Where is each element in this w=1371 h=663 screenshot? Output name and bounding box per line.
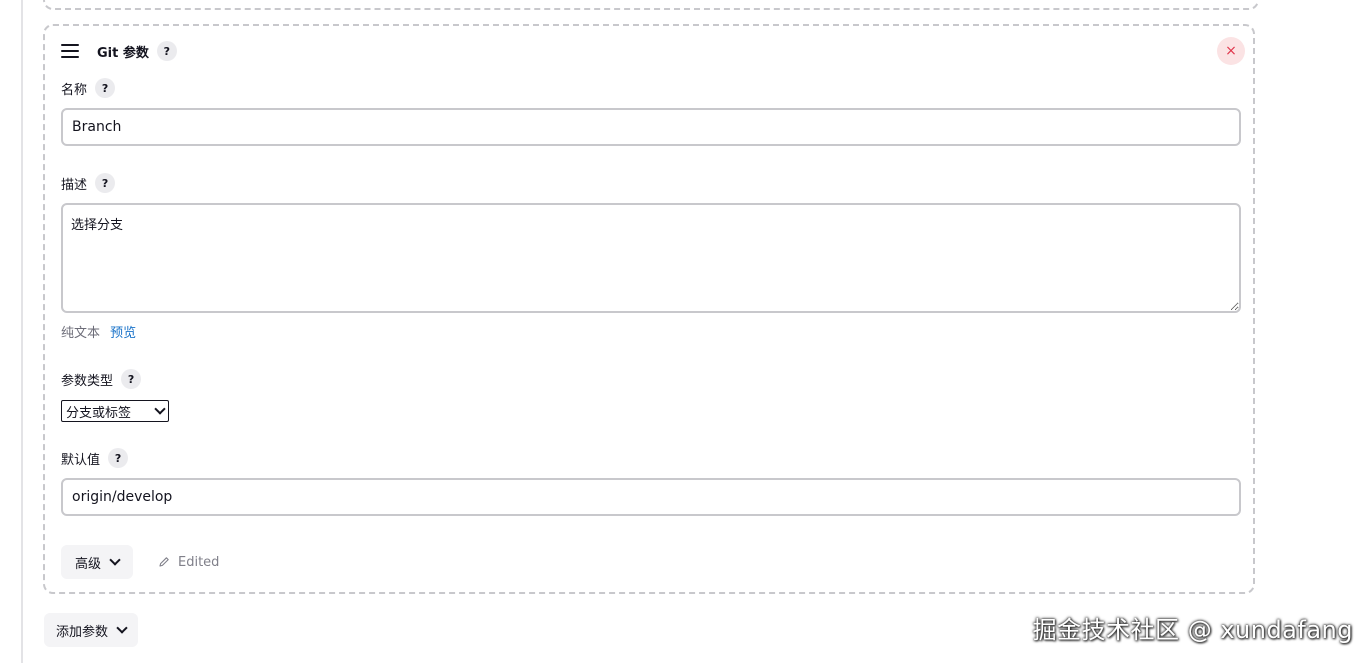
help-icon[interactable]: ? bbox=[156, 41, 177, 61]
param-type-select[interactable]: 分支或标签 bbox=[61, 400, 169, 422]
edited-label: Edited bbox=[178, 554, 220, 570]
advanced-button[interactable]: 高级 bbox=[61, 545, 134, 579]
description-label: 描述 bbox=[61, 177, 88, 193]
format-row: 纯文本 预览 bbox=[61, 322, 136, 341]
previous-parameter-card bbox=[43, 0, 1259, 10]
description-label-row: 描述 ? bbox=[61, 173, 116, 193]
drag-handle-icon[interactable] bbox=[61, 44, 79, 58]
watermark: 掘金技术社区 @ xundafang bbox=[1032, 616, 1353, 644]
help-icon[interactable]: ? bbox=[108, 448, 129, 468]
plain-text-label: 纯文本 bbox=[61, 326, 101, 341]
card-title: Git 参数 bbox=[97, 45, 149, 61]
help-icon[interactable]: ? bbox=[95, 173, 116, 193]
left-divider bbox=[21, 0, 23, 663]
chevron-down-icon bbox=[154, 403, 166, 415]
advanced-button-label: 高级 bbox=[75, 556, 102, 572]
name-label: 名称 bbox=[61, 82, 88, 98]
preview-link[interactable]: 预览 bbox=[110, 326, 136, 341]
chevron-down-icon bbox=[109, 554, 121, 566]
default-value-label-row: 默认值 ? bbox=[61, 448, 129, 468]
pencil-icon bbox=[159, 557, 169, 567]
param-type-label: 参数类型 bbox=[61, 373, 114, 389]
chevron-down-icon bbox=[116, 622, 128, 634]
name-label-row: 名称 ? bbox=[61, 78, 116, 98]
default-value-input[interactable] bbox=[61, 478, 1241, 516]
help-icon[interactable]: ? bbox=[95, 78, 116, 98]
edited-indicator: Edited bbox=[158, 552, 219, 572]
page: Git 参数 ? × 名称 ? 描述 ? 选择分支 纯文本 预览 参数类型 ? … bbox=[0, 0, 1371, 663]
help-icon[interactable]: ? bbox=[121, 369, 142, 389]
description-textarea[interactable]: 选择分支 bbox=[61, 203, 1241, 313]
param-type-label-row: 参数类型 ? bbox=[61, 369, 142, 389]
name-input[interactable] bbox=[61, 108, 1241, 146]
card-header: Git 参数 ? bbox=[61, 38, 177, 64]
param-type-selected-value: 分支或标签 bbox=[66, 405, 132, 421]
add-parameter-button[interactable]: 添加参数 bbox=[44, 613, 139, 647]
add-parameter-label: 添加参数 bbox=[56, 624, 109, 640]
default-value-label: 默认值 bbox=[61, 452, 101, 468]
git-parameter-card: Git 参数 ? × 名称 ? 描述 ? 选择分支 纯文本 预览 参数类型 ? … bbox=[43, 24, 1255, 594]
close-icon[interactable]: × bbox=[1217, 37, 1245, 65]
